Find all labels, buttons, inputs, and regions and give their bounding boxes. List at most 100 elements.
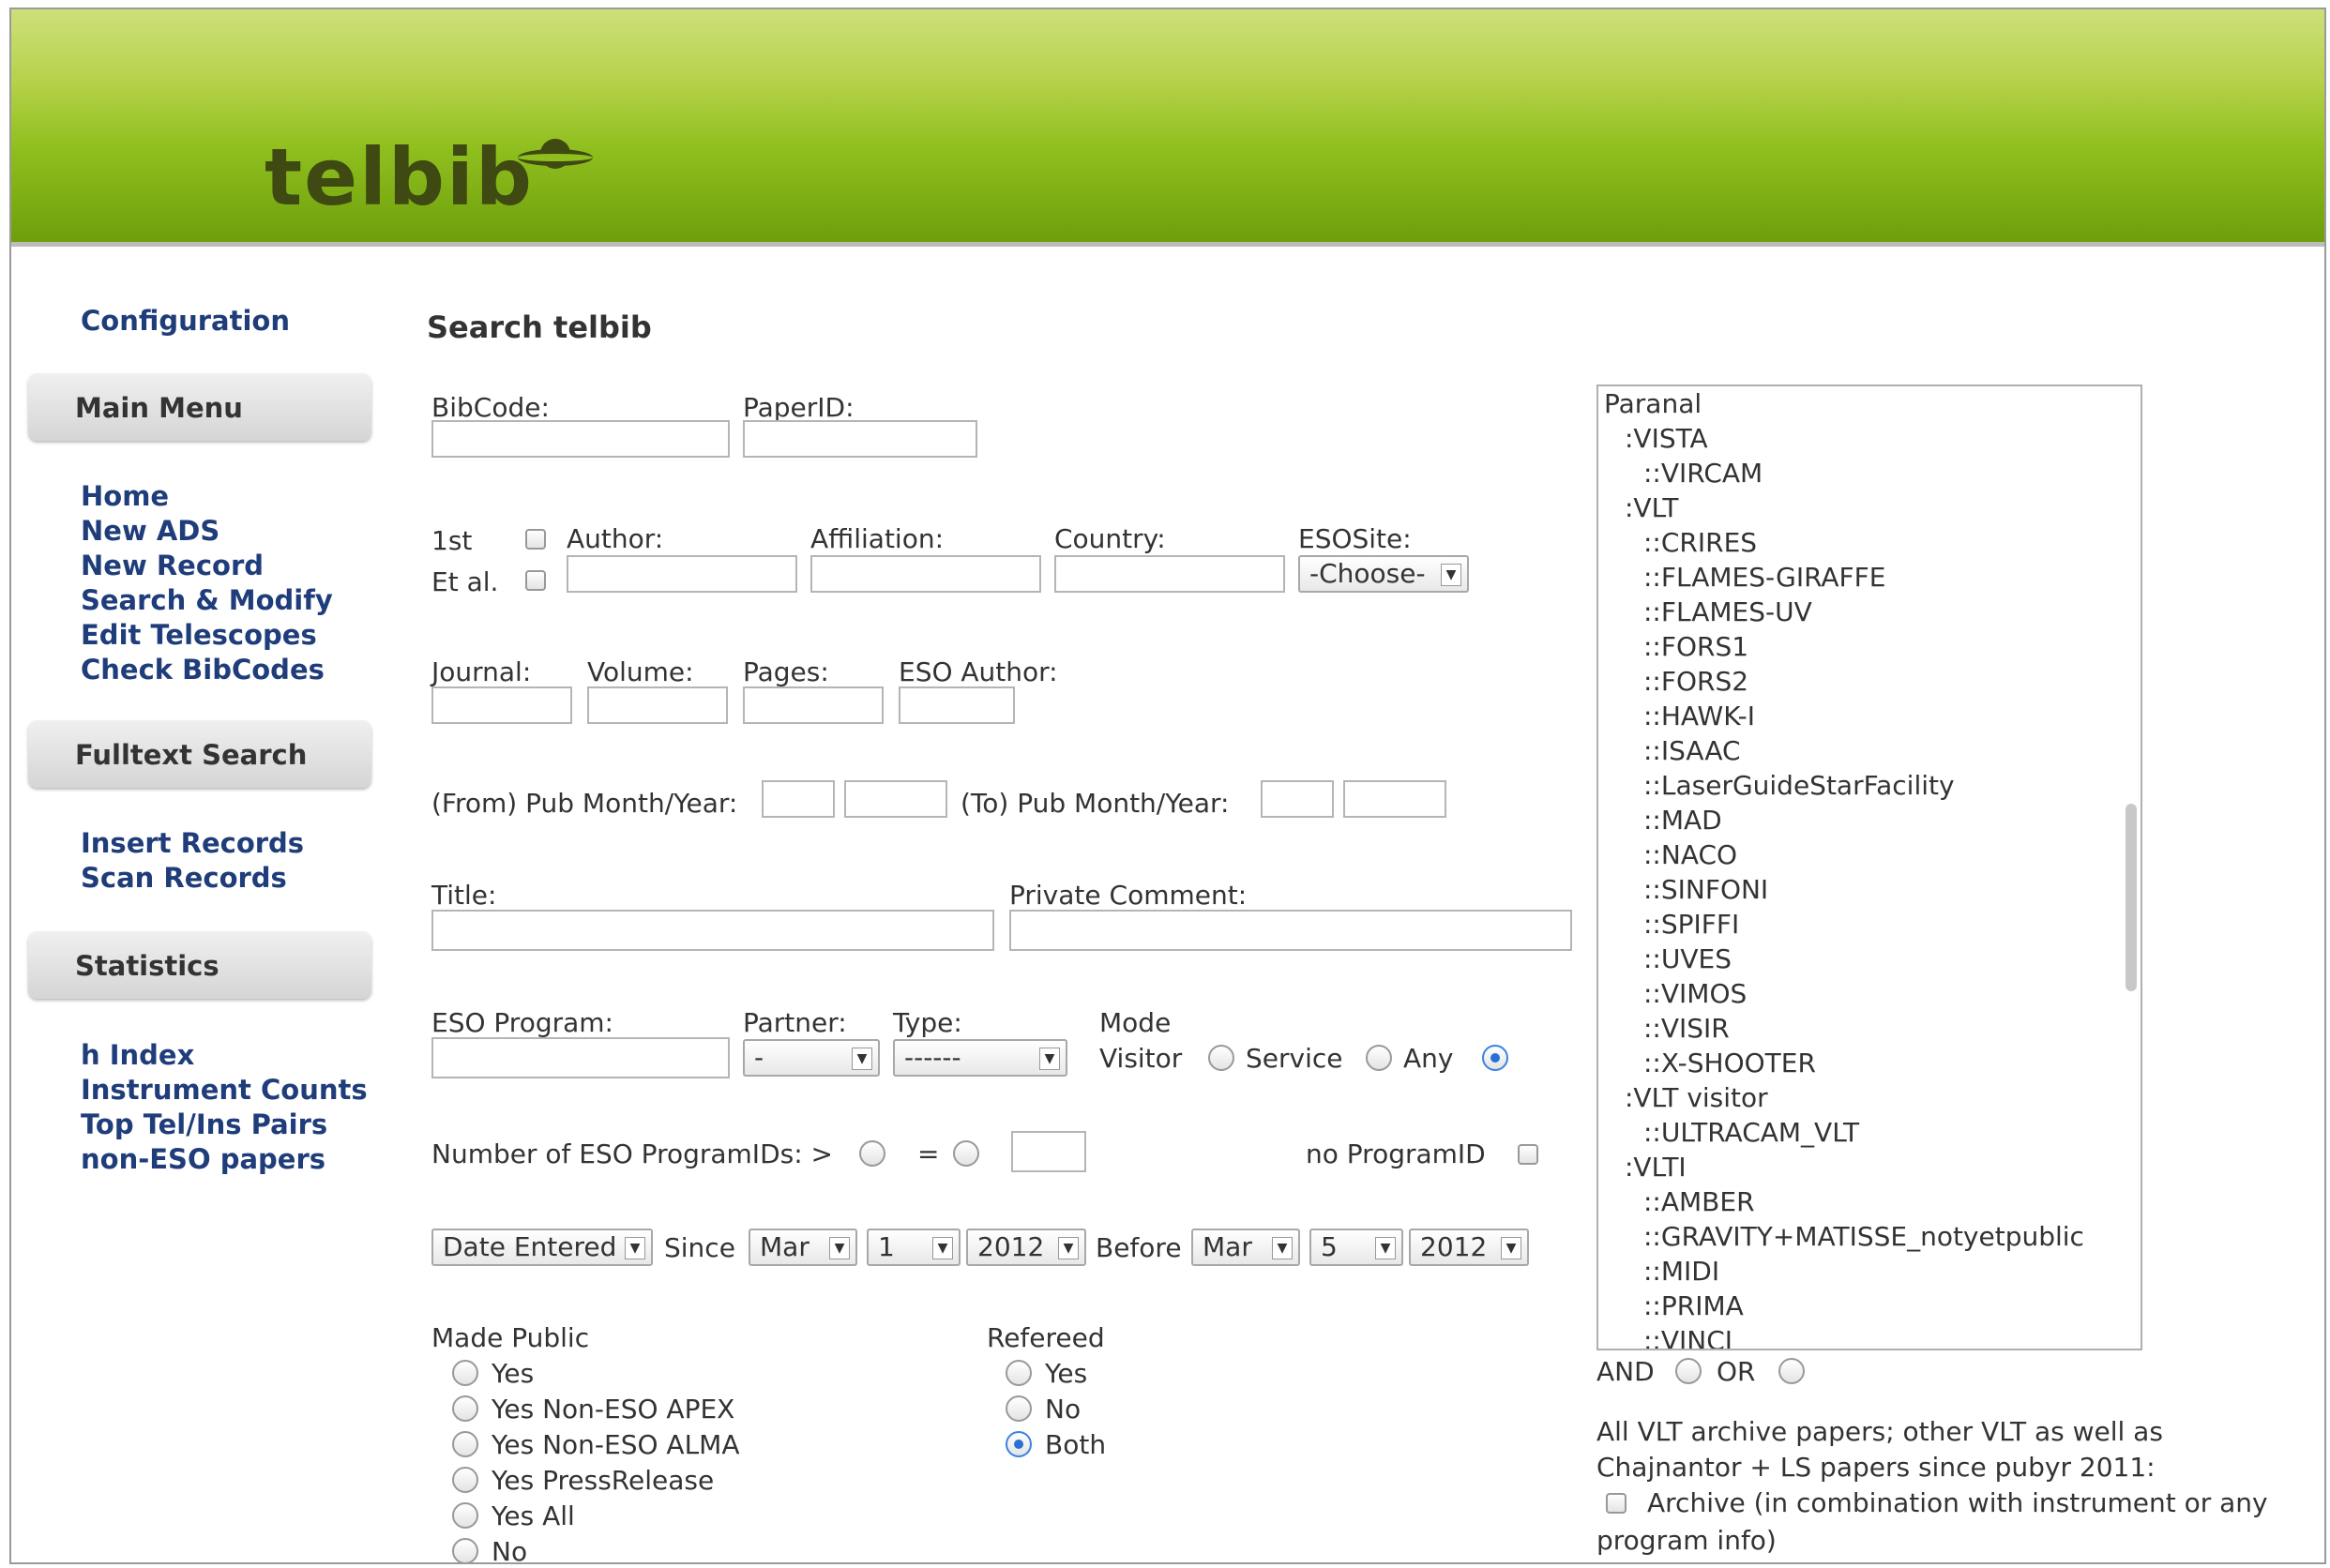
before-year-select[interactable]: 2012 ▼: [1409, 1229, 1529, 1266]
no-progid-checkbox[interactable]: [1518, 1144, 1538, 1165]
progids-greater-radio[interactable]: [859, 1140, 885, 1167]
mode-service-radio[interactable]: [1366, 1045, 1392, 1071]
made-public-apex-radio[interactable]: [452, 1395, 478, 1422]
volume-input[interactable]: [587, 686, 728, 724]
tree-item[interactable]: ::GRAVITY+MATISSE_notyetpublic: [1643, 1221, 2084, 1252]
title-input[interactable]: [431, 910, 994, 951]
nav-search-modify[interactable]: Search & Modify: [81, 584, 333, 616]
refereed-no-radio[interactable]: [1006, 1395, 1032, 1422]
tree-item[interactable]: :VISTA: [1625, 423, 1708, 454]
tree-item[interactable]: ::MAD: [1643, 805, 1722, 836]
chevron-down-icon: ▼: [1039, 1048, 1060, 1070]
esosite-select[interactable]: -Choose- ▼: [1298, 555, 1469, 593]
type-label: Type:: [893, 1007, 962, 1038]
tree-item[interactable]: ::VISIR: [1643, 1013, 1730, 1044]
affiliation-input[interactable]: [810, 555, 1041, 593]
nav-instrument-counts[interactable]: Instrument Counts: [81, 1074, 368, 1106]
partner-value: -: [754, 1042, 764, 1073]
since-month-select[interactable]: Mar ▼: [749, 1229, 857, 1266]
tree-item[interactable]: ::NACO: [1643, 839, 1737, 870]
tree-item[interactable]: :VLT: [1625, 492, 1678, 523]
journal-label: Journal:: [431, 656, 532, 687]
made-public-alma-radio[interactable]: [452, 1431, 478, 1457]
or-radio[interactable]: [1778, 1358, 1805, 1384]
tree-item[interactable]: ::AMBER: [1643, 1186, 1755, 1217]
made-public-no-radio[interactable]: [452, 1538, 478, 1562]
type-select[interactable]: ------ ▼: [893, 1039, 1067, 1077]
progids-equal-radio[interactable]: [953, 1140, 979, 1167]
made-public-pressrelease-radio[interactable]: [452, 1467, 478, 1493]
nav-edit-telescopes[interactable]: Edit Telescopes: [81, 619, 317, 651]
tree-item[interactable]: ::VIRCAM: [1643, 458, 1763, 489]
tree-item[interactable]: ::SPIFFI: [1643, 909, 1739, 940]
made-public-yes-radio[interactable]: [452, 1360, 478, 1386]
nav-insert-records[interactable]: Insert Records: [81, 827, 304, 859]
tree-item[interactable]: ::FORS1: [1643, 631, 1748, 662]
to-month-input[interactable]: [1261, 780, 1334, 818]
nav-h-index[interactable]: h Index: [81, 1039, 194, 1071]
esosite-value: -Choose-: [1309, 558, 1426, 589]
nav-new-record[interactable]: New Record: [81, 550, 264, 581]
since-year-select[interactable]: 2012 ▼: [966, 1229, 1086, 1266]
since-month-value: Mar: [760, 1231, 809, 1262]
nav-top-tel-ins-pairs[interactable]: Top Tel/Ins Pairs: [81, 1108, 327, 1140]
mode-service-label: Service: [1246, 1043, 1343, 1074]
country-input[interactable]: [1054, 555, 1285, 593]
nav-home[interactable]: Home: [81, 480, 169, 512]
tree-item[interactable]: ::SINFONI: [1643, 874, 1768, 905]
made-public-all-radio[interactable]: [452, 1502, 478, 1529]
tree-item[interactable]: ::CRIRES: [1643, 527, 1757, 558]
from-year-input[interactable]: [844, 780, 947, 818]
mode-any-radio[interactable]: [1482, 1045, 1508, 1071]
first-author-checkbox[interactable]: [525, 529, 546, 550]
eso-author-input[interactable]: [899, 686, 1015, 724]
tree-item[interactable]: ::FORS2: [1643, 666, 1748, 697]
tree-item[interactable]: ::VINCI: [1643, 1325, 1732, 1349]
date-field-select[interactable]: Date Entered ▼: [431, 1229, 653, 1266]
tree-item[interactable]: ::FLAMES-GIRAFFE: [1643, 562, 1885, 593]
bibcode-input[interactable]: [431, 420, 730, 458]
nav-non-eso-papers[interactable]: non-ESO papers: [81, 1143, 325, 1175]
since-day-select[interactable]: 1 ▼: [867, 1229, 961, 1266]
before-month-select[interactable]: Mar ▼: [1191, 1229, 1300, 1266]
nav-check-bibcodes[interactable]: Check BibCodes: [81, 654, 325, 686]
pages-input[interactable]: [743, 686, 884, 724]
nav-new-ads[interactable]: New ADS: [81, 515, 219, 547]
tree-item[interactable]: ::FLAMES-UV: [1643, 596, 1812, 627]
et-al-checkbox[interactable]: [525, 570, 546, 591]
tree-item[interactable]: ::ISAAC: [1643, 735, 1741, 766]
mode-visitor-radio[interactable]: [1208, 1045, 1234, 1071]
tree-scrollbar[interactable]: [2126, 804, 2137, 991]
tree-item[interactable]: ::LaserGuideStarFacility: [1643, 770, 1955, 801]
partner-select[interactable]: - ▼: [743, 1039, 880, 1077]
paperid-input[interactable]: [743, 420, 977, 458]
before-day-select[interactable]: 5 ▼: [1309, 1229, 1403, 1266]
tree-item[interactable]: :VLT visitor: [1625, 1082, 1768, 1113]
from-month-input[interactable]: [762, 780, 835, 818]
configuration-link[interactable]: Configuration: [81, 305, 290, 337]
journal-input[interactable]: [431, 686, 572, 724]
tree-item[interactable]: :VLTI: [1625, 1152, 1687, 1183]
made-public-yes-label: Yes: [492, 1358, 535, 1389]
to-year-input[interactable]: [1343, 780, 1446, 818]
and-radio[interactable]: [1675, 1358, 1702, 1384]
tree-item[interactable]: ::PRIMA: [1643, 1290, 1744, 1321]
progids-count-input[interactable]: [1011, 1131, 1086, 1172]
tree-item[interactable]: ::X-SHOOTER: [1643, 1048, 1816, 1078]
tree-item[interactable]: ::VIMOS: [1643, 978, 1747, 1009]
author-input[interactable]: [567, 555, 797, 593]
refereed-yes-radio[interactable]: [1006, 1360, 1032, 1386]
tree-item[interactable]: ::MIDI: [1643, 1256, 1719, 1287]
tree-item[interactable]: ::ULTRACAM_VLT: [1643, 1117, 1859, 1148]
instrument-tree-listbox[interactable]: Paranal :VISTA ::VIRCAM :VLT ::CRIRES ::…: [1596, 384, 2142, 1350]
archive-checkbox[interactable]: [1606, 1493, 1626, 1514]
nav-scan-records[interactable]: Scan Records: [81, 862, 287, 894]
tree-item[interactable]: Paranal: [1604, 388, 1702, 419]
tree-item[interactable]: ::HAWK-I: [1643, 701, 1755, 731]
since-day-value: 1: [878, 1231, 895, 1262]
refereed-both-radio[interactable]: [1006, 1431, 1032, 1457]
tree-item[interactable]: ::UVES: [1643, 943, 1732, 974]
private-comment-input[interactable]: [1009, 910, 1572, 951]
eso-program-input[interactable]: [431, 1037, 730, 1078]
telbib-logo[interactable]: telbib: [265, 131, 534, 223]
